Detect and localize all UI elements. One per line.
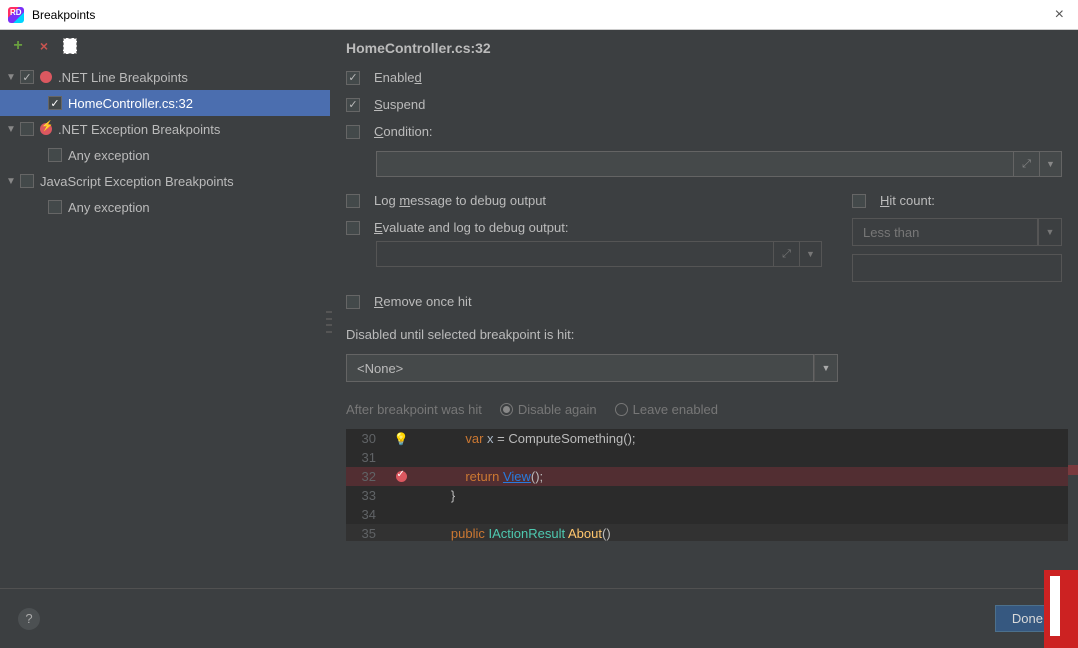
remove-once-label: Remove once hit [374,294,472,309]
content-area: + × ▼ .NET Line Breakpoints HomeController… [0,30,1078,588]
code-text: public IActionResult About() [418,526,611,541]
tree-label: JavaScript Exception Breakpoints [40,174,234,189]
add-breakpoint-button[interactable]: + [10,38,26,54]
tree-checkbox[interactable] [48,96,62,110]
hit-count-value-input[interactable] [852,254,1062,282]
tree-label: .NET Exception Breakpoints [58,122,220,137]
close-button[interactable]: × [1049,6,1070,24]
line-number: 30 [346,431,384,446]
condition-expand-icon[interactable]: ⤢ [1014,151,1040,177]
remove-once-checkbox[interactable] [346,295,360,309]
evaluate-input[interactable] [376,241,774,267]
left-panel: + × ▼ .NET Line Breakpoints HomeController… [0,30,330,588]
remove-breakpoint-button[interactable]: × [36,38,52,54]
bottom-bar: ? Done [0,588,1078,648]
title-bar: Breakpoints × [0,0,1078,30]
window-title: Breakpoints [32,8,1049,22]
code-line: 32 return View(); [346,467,1078,486]
code-line: 35 public IActionResult About() [346,524,1078,541]
disabled-until-label: Disabled until selected breakpoint is hi… [346,327,574,342]
code-line: 33 } [346,486,1078,505]
help-button[interactable]: ? [18,608,40,630]
tree-checkbox[interactable] [20,174,34,188]
detail-title: HomeController.cs:32 [330,30,1078,64]
tree-group[interactable]: ▼ .NET Line Breakpoints [0,64,330,90]
tree-item[interactable]: HomeController.cs:32 [0,90,330,116]
code-line: 31 [346,448,1078,467]
line-number: 33 [346,488,384,503]
disabled-until-select[interactable]: <None> [346,354,814,382]
detail-panel: HomeController.cs:32 Enabled Suspend Con… [330,30,1078,588]
condition-label: Condition: [374,124,433,139]
evaluate-expand-icon[interactable]: ⤢ [774,241,800,267]
chevron-down-icon[interactable]: ▼ [6,124,18,135]
evaluate-label: Evaluate and log to debug output: [374,220,568,235]
disabled-until-arrow[interactable]: ▼ [814,354,838,382]
tree-checkbox[interactable] [48,148,62,162]
tree-group[interactable]: ▼ JavaScript Exception Breakpoints [0,168,330,194]
exception-breakpoint-icon [40,123,52,135]
breakpoint-gutter-icon[interactable] [396,471,407,482]
leave-enabled-radio[interactable] [615,403,628,416]
tree-group[interactable]: ▼ .NET Exception Breakpoints [0,116,330,142]
line-number: 35 [346,526,384,541]
overlay-artifact [1044,570,1078,648]
code-text: return View(); [418,469,543,484]
evaluate-history-dropdown[interactable]: ▼ [800,241,822,267]
breakpoint-tree[interactable]: ▼ .NET Line Breakpoints HomeController.cs:… [0,62,330,588]
evaluate-checkbox[interactable] [346,221,360,235]
tree-toolbar: + × [0,30,330,62]
log-message-label: Log message to debug output [374,193,546,208]
split-handle[interactable] [326,309,332,335]
disable-again-radio[interactable] [500,403,513,416]
code-line: 30 💡 var x = ComputeSomething(); [346,429,1078,448]
breakpoint-icon [40,71,52,83]
suspend-label: Suspend [374,97,425,112]
scroll-marker[interactable] [1068,429,1078,541]
hit-count-label: Hit count: [880,193,935,208]
line-number: 32 [346,469,384,484]
document-icon [63,38,77,54]
tree-label: HomeController.cs:32 [68,96,193,111]
disable-again-label: Disable again [518,402,597,417]
tree-label: Any exception [68,200,150,215]
tree-checkbox[interactable] [20,122,34,136]
bulb-icon[interactable]: 💡 [394,432,409,446]
tree-checkbox[interactable] [48,200,62,214]
enabled-checkbox[interactable] [346,71,360,85]
app-icon [8,7,24,23]
code-line: 34 [346,505,1078,524]
code-text: } [418,488,455,503]
enabled-label: Enabled [374,70,422,85]
line-number: 34 [346,507,384,522]
hit-count-mode-arrow[interactable]: ▼ [1038,218,1062,246]
condition-checkbox[interactable] [346,125,360,139]
tree-checkbox[interactable] [20,70,34,84]
hit-count-checkbox[interactable] [852,194,866,208]
tree-item[interactable]: Any exception [0,194,330,220]
tree-label: .NET Line Breakpoints [58,70,188,85]
chevron-down-icon[interactable]: ▼ [6,176,18,187]
after-hit-label: After breakpoint was hit [346,402,482,417]
condition-input[interactable] [376,151,1014,177]
suspend-checkbox[interactable] [346,98,360,112]
log-message-checkbox[interactable] [346,194,360,208]
code-text: var x = ComputeSomething(); [418,431,636,446]
line-number: 31 [346,450,384,465]
condition-history-dropdown[interactable]: ▼ [1040,151,1062,177]
leave-enabled-label: Leave enabled [633,402,718,417]
chevron-down-icon[interactable]: ▼ [6,72,18,83]
tree-label: Any exception [68,148,150,163]
code-preview: 30 💡 var x = ComputeSomething(); 31 32 retu… [346,429,1078,541]
tree-item[interactable]: Any exception [0,142,330,168]
hit-count-mode-select[interactable]: Less than [852,218,1038,246]
group-by-button[interactable] [62,38,78,54]
